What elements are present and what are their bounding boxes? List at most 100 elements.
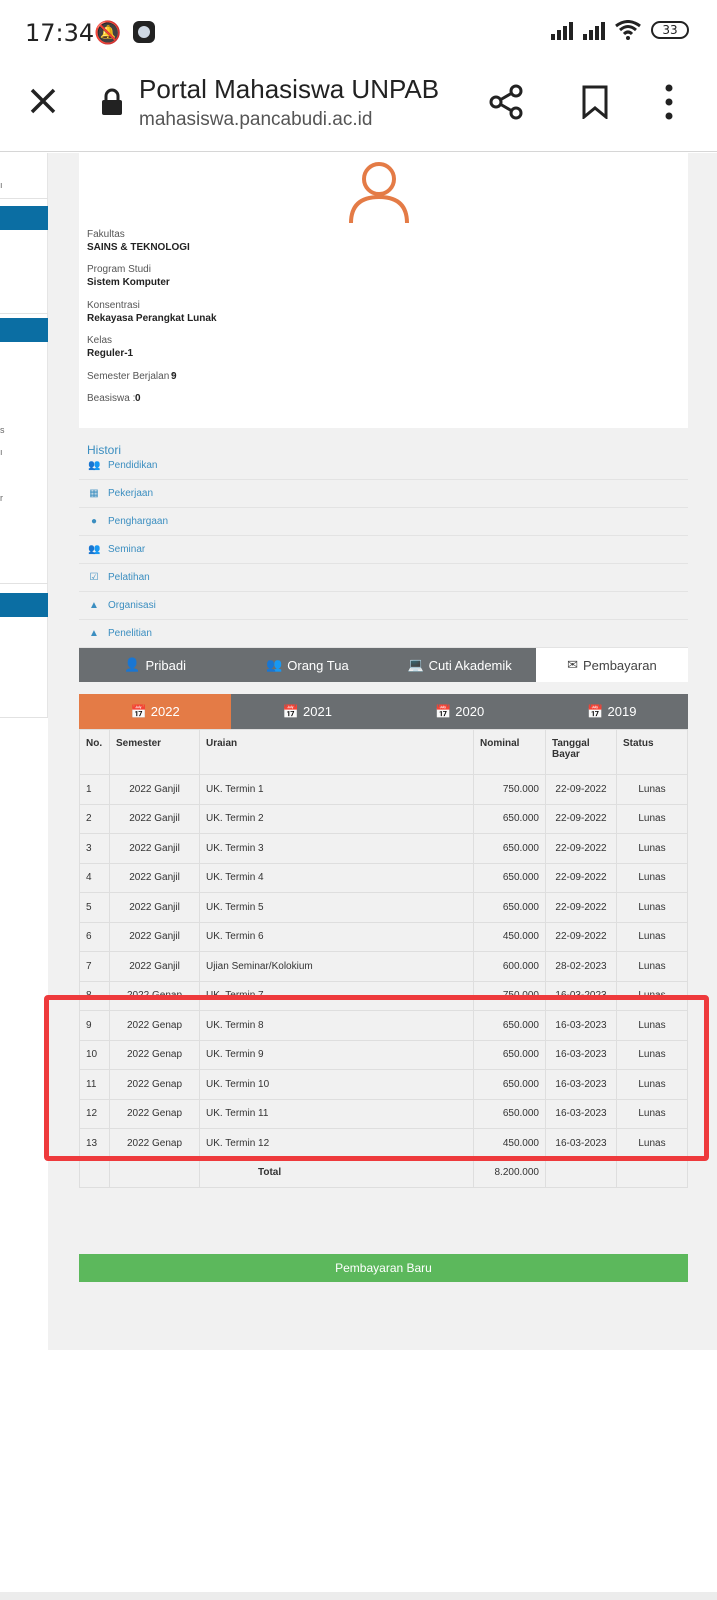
cell-status: Lunas bbox=[616, 862, 688, 893]
divider bbox=[0, 198, 48, 199]
cell-tanggal: 28-02-2023 bbox=[545, 951, 617, 982]
histori-item-label: Penghargaan bbox=[108, 516, 169, 527]
cell-no: 2 bbox=[79, 803, 110, 834]
table-row: 5 2022 Ganjil UK. Termin 5 650.000 22-09-202… bbox=[79, 892, 688, 923]
cell-status: Lunas bbox=[616, 833, 688, 864]
status-time: 17:34 bbox=[25, 19, 95, 47]
checkbox-icon: ☑ bbox=[89, 572, 99, 583]
envelope-icon: ✉ bbox=[567, 657, 578, 672]
total-cell-empty bbox=[109, 1157, 200, 1188]
year-tab-2020[interactable]: 📅 2020 bbox=[384, 694, 536, 729]
beasiswa-value: 0 bbox=[135, 393, 141, 404]
wifi-icon bbox=[615, 20, 641, 40]
share-icon[interactable] bbox=[488, 84, 524, 120]
histori-item-organisasi[interactable]: ▲ Organisasi bbox=[79, 592, 688, 620]
tab-orang-tua[interactable]: 👥 Orang Tua bbox=[231, 648, 384, 682]
cell-uraian: UK. Termin 6 bbox=[199, 921, 474, 952]
divider bbox=[0, 717, 48, 718]
tab-pribadi[interactable]: 👤 Pribadi bbox=[79, 648, 232, 682]
cell-semester: 2022 Ganjil bbox=[109, 803, 200, 834]
building-icon: ▦ bbox=[89, 488, 99, 499]
table-row: 3 2022 Ganjil UK. Termin 3 650.000 22-09-202… bbox=[79, 833, 688, 864]
profile-card: Fakultas SAINS & TEKNOLOGI Program Studi… bbox=[79, 153, 688, 428]
sidebar-fragment: s bbox=[0, 425, 5, 435]
side-navigation: ı s ı r bbox=[0, 153, 48, 718]
year-label: 2021 bbox=[303, 704, 332, 719]
bottom-gesture-bar bbox=[0, 1592, 717, 1600]
highlight-annotation bbox=[44, 995, 709, 1161]
tab-label: Pribadi bbox=[145, 657, 186, 673]
year-label: 2022 bbox=[150, 704, 180, 719]
sidebar-fragment: r bbox=[0, 493, 3, 503]
col-header-status: Status bbox=[616, 729, 688, 775]
cell-no: 5 bbox=[79, 892, 110, 923]
user-icon: ● bbox=[90, 516, 98, 527]
total-cell-empty bbox=[545, 1157, 617, 1188]
cell-semester: 2022 Ganjil bbox=[109, 774, 200, 805]
cell-nominal: 650.000 bbox=[473, 862, 546, 893]
users-icon: 👥 bbox=[88, 460, 101, 471]
cell-tanggal: 22-09-2022 bbox=[545, 774, 617, 805]
muted-bell-icon: 🔕 bbox=[94, 20, 122, 45]
konsentrasi-label: Konsentrasi bbox=[87, 300, 140, 311]
histori-item-penelitian[interactable]: ▲ Penelitian bbox=[79, 620, 688, 648]
close-icon[interactable] bbox=[26, 84, 60, 118]
cell-no: 1 bbox=[79, 774, 110, 805]
sidebar-section-header[interactable] bbox=[0, 206, 48, 230]
tab-label: Pembayaran bbox=[582, 657, 657, 673]
tab-pembayaran[interactable]: ✉ Pembayaran bbox=[535, 648, 688, 682]
year-tabs: 📅 2022 📅 2021 📅 2020 📅 2019 bbox=[79, 694, 688, 729]
col-header-tanggal-bayar: Tanggal Bayar bbox=[545, 729, 617, 775]
fakultas-value: SAINS & TEKNOLOGI bbox=[87, 242, 190, 253]
cell-no: 6 bbox=[79, 921, 110, 952]
signal-icon bbox=[551, 20, 573, 40]
year-tab-2022[interactable]: 📅 2022 bbox=[79, 694, 232, 729]
signal-icon-2 bbox=[583, 20, 605, 40]
cell-tanggal: 22-09-2022 bbox=[545, 921, 617, 952]
cell-nominal: 650.000 bbox=[473, 892, 546, 923]
page-title: Portal Mahasiswa UNPAB bbox=[139, 74, 440, 104]
prodi-value: Sistem Komputer bbox=[87, 277, 170, 288]
year-tab-2021[interactable]: 📅 2021 bbox=[231, 694, 383, 729]
cell-uraian: UK. Termin 3 bbox=[199, 833, 474, 864]
table-total-row: Total 8.200.000 bbox=[79, 1157, 688, 1188]
pembayaran-baru-button[interactable]: Pembayaran Baru bbox=[79, 1254, 688, 1282]
semester-label: Semester Berjalan : bbox=[87, 371, 175, 382]
histori-item-seminar[interactable]: 👥 Seminar bbox=[79, 536, 688, 564]
cell-semester: 2022 Ganjil bbox=[109, 921, 200, 952]
year-label: 2020 bbox=[455, 704, 485, 719]
tab-cuti-akademik[interactable]: 💻 Cuti Akademik bbox=[383, 648, 536, 682]
laptop-icon: 💻 bbox=[407, 657, 424, 672]
page-content: ı s ı r Fakultas SAINS & TEKNOLOGI Progr… bbox=[0, 153, 717, 1353]
user-icon: 👤 bbox=[124, 657, 141, 672]
cell-tanggal: 22-09-2022 bbox=[545, 833, 617, 864]
histori-item-label: Penelitian bbox=[108, 628, 152, 639]
histori-item-pekerjaan[interactable]: ▦ Pekerjaan bbox=[79, 480, 688, 508]
histori-item-label: Pendidikan bbox=[108, 460, 158, 471]
sidebar-section-header[interactable] bbox=[0, 593, 48, 617]
table-row: 4 2022 Ganjil UK. Termin 4 650.000 22-09-202… bbox=[79, 862, 688, 893]
cell-uraian: UK. Termin 4 bbox=[199, 862, 474, 893]
kelas-label: Kelas bbox=[87, 335, 113, 346]
cell-semester: 2022 Ganjil bbox=[109, 951, 200, 982]
bookmark-icon[interactable] bbox=[580, 85, 610, 119]
cell-semester: 2022 Ganjil bbox=[109, 833, 200, 864]
cell-nominal: 650.000 bbox=[473, 803, 546, 834]
sidebar-section-header[interactable] bbox=[0, 318, 48, 342]
url-text[interactable]: mahasiswa.pancabudi.ac.id bbox=[139, 109, 372, 131]
histori-item-pendidikan[interactable]: 👥 Pendidikan bbox=[79, 452, 688, 480]
warning-icon: ▲ bbox=[89, 628, 99, 639]
more-options-icon[interactable] bbox=[664, 84, 674, 120]
sidebar-fragment: ı bbox=[0, 180, 3, 190]
prodi-label: Program Studi bbox=[87, 264, 151, 275]
histori-item-pelatihan[interactable]: ☑ Pelatihan bbox=[79, 564, 688, 592]
divider bbox=[0, 313, 48, 314]
table-row: 7 2022 Ganjil Ujian Seminar/Kolokium 600.00… bbox=[79, 951, 688, 982]
cell-uraian: Ujian Seminar/Kolokium bbox=[199, 951, 474, 982]
cell-nominal: 650.000 bbox=[473, 833, 546, 864]
year-tab-2019[interactable]: 📅 2019 bbox=[536, 694, 688, 729]
beasiswa-label: Beasiswa : bbox=[87, 393, 136, 404]
histori-item-penghargaan[interactable]: ● Penghargaan bbox=[79, 508, 688, 536]
col-header-no: No. bbox=[79, 729, 110, 775]
cell-status: Lunas bbox=[616, 803, 688, 834]
